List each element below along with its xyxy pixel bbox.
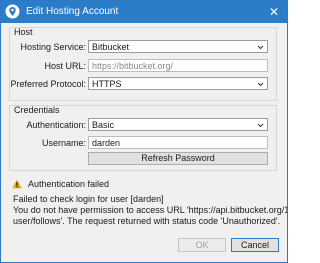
chevron-down-icon	[257, 80, 264, 87]
authentication-failed-title: Authentication failed	[28, 179, 110, 189]
preferred-protocol-value: HTTPS	[92, 79, 122, 89]
ok-label: OK	[195, 240, 209, 250]
authentication-label: Authentication:	[26, 120, 86, 130]
bitbucket-logo-icon	[5, 4, 20, 19]
ok-button[interactable]: OK	[178, 238, 226, 252]
host-url-label: Host URL:	[44, 61, 86, 71]
preferred-protocol-label: Preferred Protocol:	[10, 79, 86, 89]
hosting-service-select[interactable]: Bitbucket	[88, 40, 268, 53]
refresh-password-label: Refresh Password	[141, 153, 215, 163]
chevron-down-icon	[257, 121, 264, 128]
error-line: You do not have permission to access URL…	[13, 205, 288, 215]
warning-icon	[12, 179, 22, 189]
error-line: user/follows'. The request returned with…	[13, 216, 281, 226]
host-group: Host Hosting Service: Bitbucket Host URL…	[9, 27, 277, 101]
host-url-placeholder: https://bitbucket.org/	[92, 61, 174, 71]
cancel-button[interactable]: Cancel	[231, 238, 279, 252]
chevron-down-icon	[257, 43, 264, 50]
host-url-field[interactable]: https://bitbucket.org/	[88, 59, 268, 72]
username-label: Username:	[41, 138, 86, 148]
cancel-label: Cancel	[240, 240, 269, 250]
close-icon: ✕	[268, 5, 280, 19]
username-value: darden	[92, 138, 121, 148]
authentication-value: Basic	[92, 120, 115, 130]
title-bar: Edit Hosting Account ✕	[1, 1, 287, 23]
close-button[interactable]: ✕	[261, 1, 287, 23]
preferred-protocol-select[interactable]: HTTPS	[88, 77, 268, 90]
credentials-group-title: Credentials	[14, 105, 60, 115]
username-field[interactable]: darden	[88, 136, 268, 149]
hosting-service-value: Bitbucket	[92, 42, 130, 52]
authentication-select[interactable]: Basic	[88, 118, 268, 131]
error-message: Failed to check login for user [darden] …	[13, 194, 288, 227]
window-title: Edit Hosting Account	[26, 6, 119, 17]
hosting-service-label: Hosting Service:	[20, 42, 86, 52]
credentials-group: Credentials Authentication: Basic Userna…	[9, 105, 277, 171]
host-group-title: Host	[14, 27, 33, 37]
error-line: Failed to check login for user [darden]	[13, 194, 164, 204]
refresh-password-button[interactable]: Refresh Password	[88, 152, 268, 165]
edit-hosting-account-dialog: Edit Hosting Account ✕ Host Hosting Serv…	[0, 0, 288, 263]
